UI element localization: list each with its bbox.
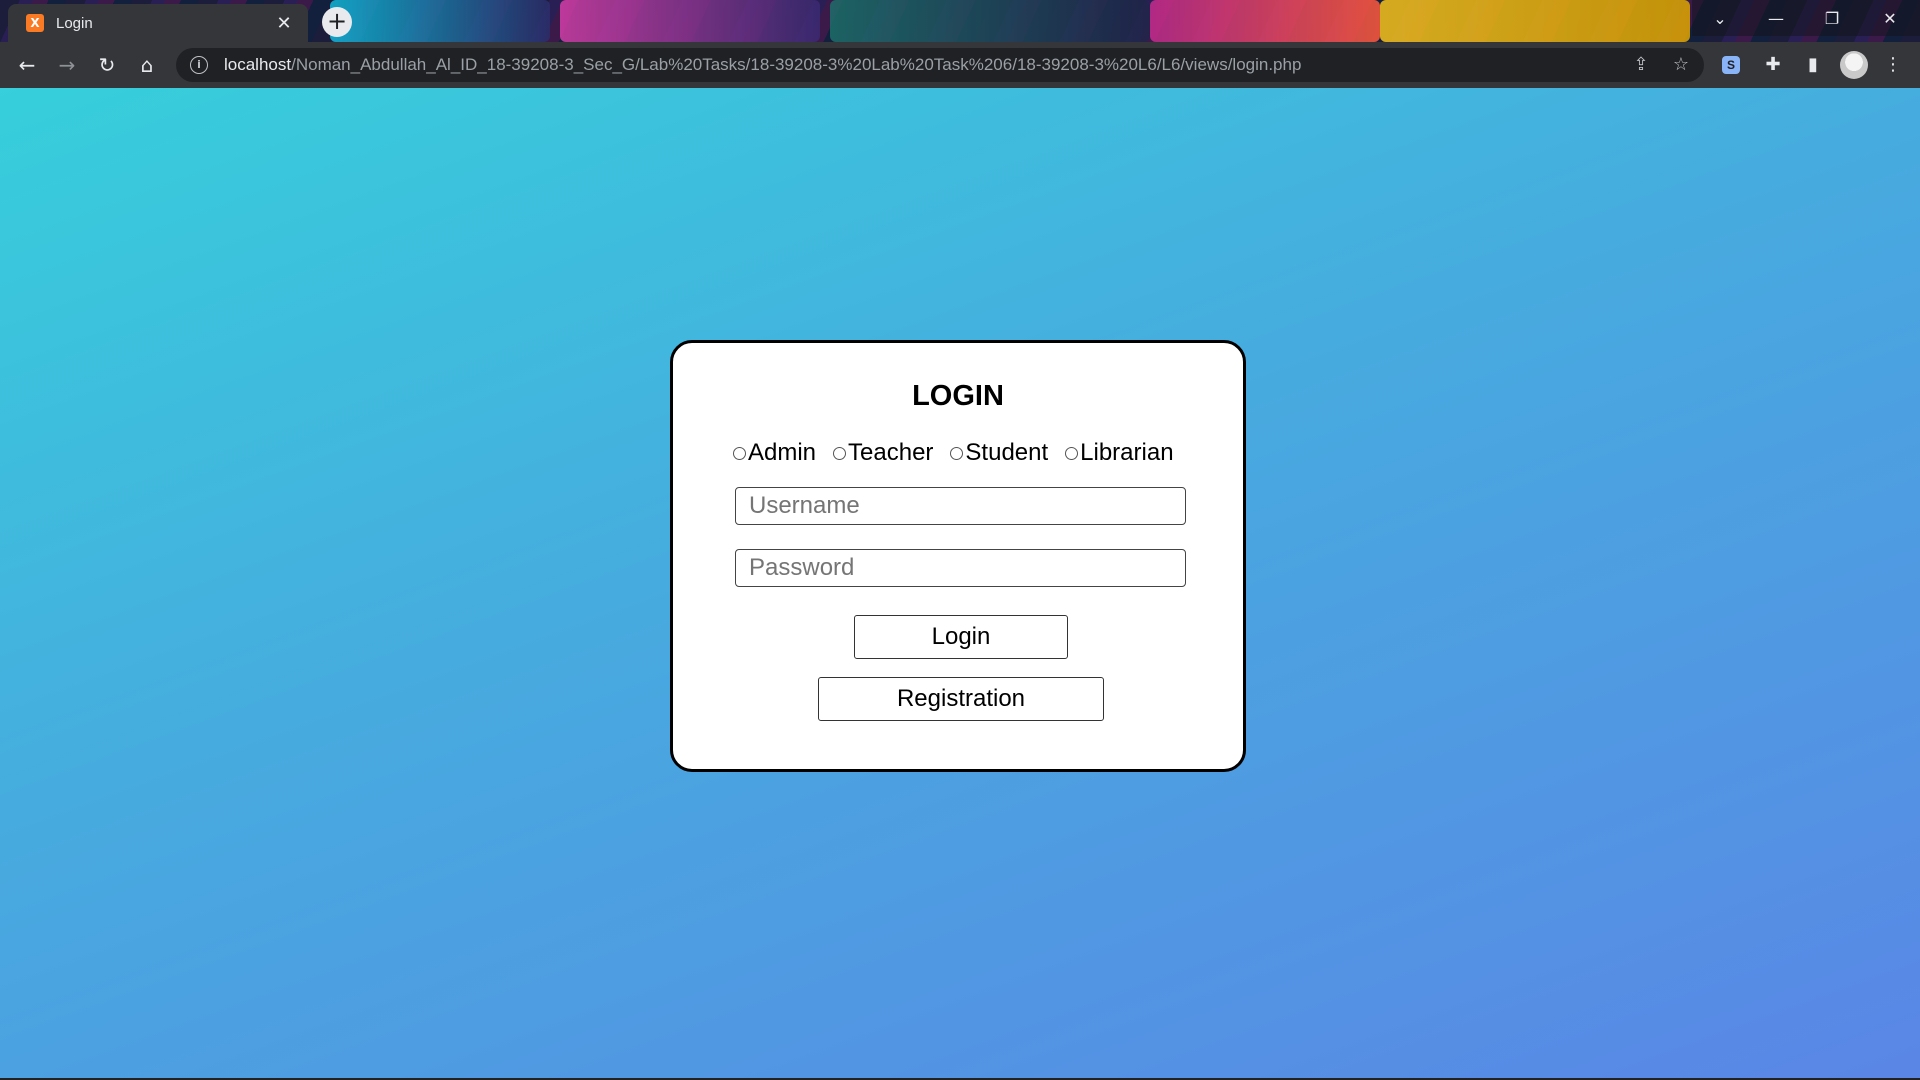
minimize-button[interactable]: — (1748, 0, 1804, 36)
forward-icon[interactable]: → (52, 50, 82, 80)
role-option-admin[interactable]: Admin (733, 439, 816, 467)
role-label-teacher: Teacher (848, 439, 934, 466)
login-title: LOGIN (912, 380, 1004, 412)
profile-avatar[interactable] (1840, 51, 1868, 79)
login-button[interactable]: Login (854, 615, 1068, 659)
share-icon[interactable]: ⇪ (1626, 50, 1656, 80)
home-icon[interactable]: ⌂ (132, 50, 162, 80)
username-input[interactable]: Username (735, 487, 1186, 525)
role-label-admin: Admin (748, 439, 817, 466)
registration-button[interactable]: Registration (818, 677, 1104, 721)
role-option-librarian[interactable]: Librarian (1065, 439, 1174, 467)
browser-title-bar: X Login ✕ + ⌄ — ❐ ✕ (0, 0, 1920, 42)
extensions-puzzle-icon[interactable]: ✚ (1758, 50, 1788, 80)
role-radio-group: Admin Teacher Student Librarian (733, 439, 1174, 467)
new-tab-button[interactable]: + (322, 7, 352, 37)
radio-librarian[interactable] (1065, 446, 1079, 460)
chrome-menu-icon[interactable]: ⋮ (1878, 50, 1908, 80)
theme-decoration (560, 0, 820, 42)
role-label-student: Student (965, 439, 1049, 466)
tab-title: Login (56, 14, 93, 32)
url-host: localhost (224, 55, 292, 74)
reload-icon[interactable]: ↻ (92, 50, 122, 80)
restore-button[interactable]: ❐ (1804, 0, 1860, 36)
theme-decoration (1150, 0, 1380, 42)
page-background: LOGIN Admin Teacher Student Librarian Us… (0, 88, 1920, 1080)
close-window-button[interactable]: ✕ (1860, 0, 1920, 36)
tab-search-dropdown-icon[interactable]: ⌄ (1692, 0, 1748, 36)
back-icon[interactable]: ← (12, 50, 42, 80)
extension-s-icon[interactable]: S (1722, 56, 1740, 74)
browser-toolbar: ← → ↻ ⌂ i localhost/Noman_Abdullah_Al_ID… (0, 42, 1920, 88)
tab-close-icon[interactable]: ✕ (274, 13, 294, 34)
xampp-favicon-icon: X (26, 14, 44, 32)
radio-student[interactable] (950, 446, 964, 460)
role-option-student[interactable]: Student (950, 439, 1048, 467)
browser-tab-login[interactable]: X Login ✕ (8, 4, 308, 42)
role-option-teacher[interactable]: Teacher (833, 439, 933, 467)
theme-decoration (830, 0, 1150, 42)
role-label-librarian: Librarian (1080, 439, 1174, 466)
radio-teacher[interactable] (833, 446, 847, 460)
side-panel-icon[interactable]: ▮ (1798, 50, 1828, 80)
bookmark-star-icon[interactable]: ☆ (1666, 50, 1696, 80)
site-info-icon[interactable]: i (190, 56, 208, 74)
theme-decoration (1380, 0, 1690, 42)
password-input[interactable]: Password (735, 549, 1186, 587)
radio-admin[interactable] (733, 446, 746, 460)
login-form-card: LOGIN Admin Teacher Student Librarian Us… (670, 340, 1246, 772)
theme-decoration (330, 0, 550, 42)
address-bar[interactable]: i localhost/Noman_Abdullah_Al_ID_18-3920… (176, 48, 1704, 82)
url-path: /Noman_Abdullah_Al_ID_18-39208-3_Sec_G/L… (291, 55, 1302, 74)
url-text[interactable]: localhost/Noman_Abdullah_Al_ID_18-39208-… (224, 55, 1301, 75)
